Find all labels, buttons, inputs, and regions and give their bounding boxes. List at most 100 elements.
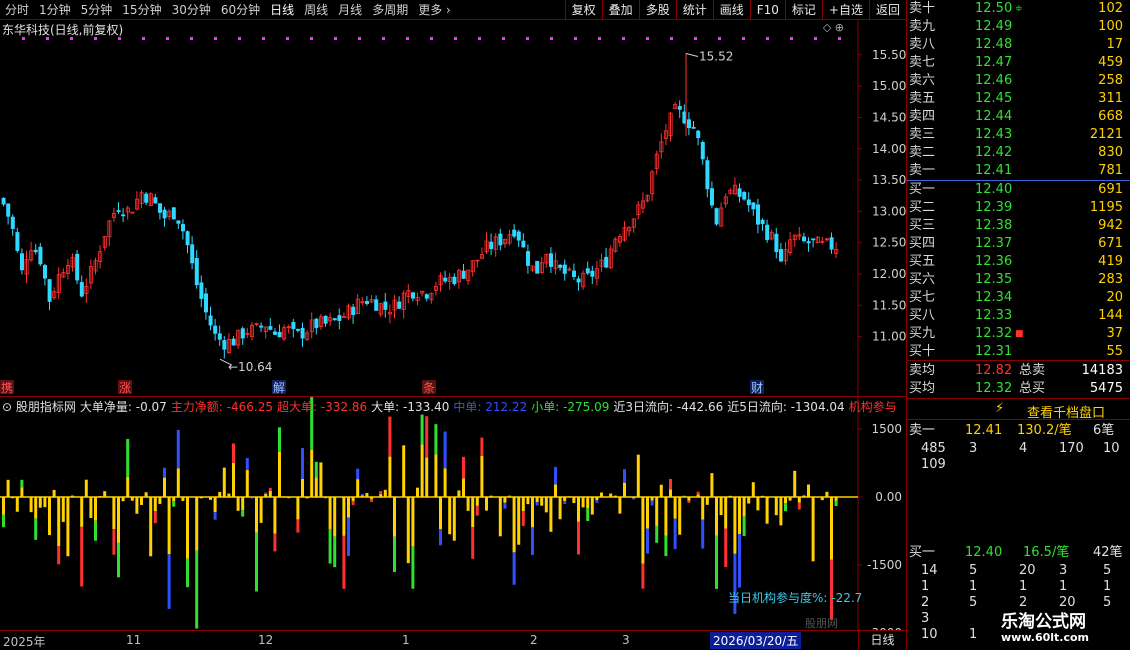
period-indicator[interactable]: 日线 bbox=[858, 631, 906, 650]
level-price: 12.36 bbox=[975, 254, 1013, 269]
candle-body bbox=[374, 299, 379, 311]
level-price: 12.32 bbox=[975, 326, 1013, 341]
flow-bar-large bbox=[48, 497, 51, 536]
flow-bar-large bbox=[466, 497, 470, 511]
flow-bar-segment bbox=[186, 558, 189, 588]
legend-item: 超大单: -332.86 bbox=[276, 400, 368, 414]
flow-bar-segment bbox=[245, 457, 249, 471]
signal-dot bbox=[382, 37, 385, 40]
period-tab[interactable]: 更多 › bbox=[413, 0, 456, 20]
flow-bar-large bbox=[756, 497, 760, 511]
period-tab[interactable]: 30分钟 bbox=[167, 0, 216, 20]
kline-panel[interactable]: 11.00 11.50 12.00 12.50 13.00 13.50 14.00 14.50… bbox=[0, 20, 906, 396]
brand-logo-text: 乐淘公式网 bbox=[1001, 612, 1086, 632]
flow-bar-large bbox=[761, 495, 764, 497]
flow-bar-large bbox=[351, 497, 355, 501]
sell-average-row: 卖均 12.82 总卖 14183 bbox=[909, 363, 1123, 378]
period-tab[interactable]: 多周期 bbox=[367, 0, 413, 20]
candle-body bbox=[765, 224, 770, 241]
flow-bar-large bbox=[324, 497, 327, 499]
toolbar-button[interactable]: 标记 bbox=[784, 0, 822, 20]
candle-body bbox=[323, 315, 328, 324]
buy-level-row: 买二 12.39 1195 bbox=[907, 199, 1130, 217]
flow-bar-large bbox=[287, 497, 291, 499]
period-tab[interactable]: 日线 bbox=[265, 0, 299, 20]
signal-dot bbox=[262, 37, 265, 40]
flow-bar-large bbox=[356, 479, 360, 497]
signal-dot bbox=[430, 37, 433, 40]
toolbar-button[interactable]: 多股 bbox=[638, 0, 676, 20]
flow-bar-large bbox=[38, 497, 42, 508]
kline-chart[interactable]: 11.00 11.50 12.00 12.50 13.00 13.50 14.00 14.50… bbox=[0, 20, 906, 396]
flow-bar-segment bbox=[268, 487, 272, 491]
candle-body bbox=[779, 249, 784, 262]
candle-body bbox=[700, 141, 705, 160]
toolbar-button[interactable]: 画线 bbox=[712, 0, 750, 20]
view-depth-button[interactable]: 查看千档盘口 bbox=[1027, 402, 1105, 421]
signal-dot bbox=[214, 37, 217, 40]
toolbar-button[interactable]: F10 bbox=[749, 0, 785, 20]
sell-level-row: 卖八 12.48 17 bbox=[907, 36, 1130, 54]
level-price: 12.35 bbox=[975, 272, 1013, 287]
buy-level-row: 买十 12.31 55 bbox=[907, 343, 1130, 361]
signal-dot bbox=[238, 37, 241, 40]
flow-bar-large bbox=[521, 497, 525, 512]
period-tab[interactable]: 1分钟 bbox=[34, 0, 76, 20]
sell-level-row: 卖三 12.43 2121 bbox=[907, 126, 1130, 144]
signal-dot bbox=[766, 37, 769, 40]
legend-item: 近5日流向: -1304.04 bbox=[727, 400, 845, 414]
candle-body bbox=[806, 241, 811, 244]
indicator-panel[interactable]: 300015000.00-1500-3000 ⊙ 股朋指标网大单净量: -0.0… bbox=[0, 396, 906, 631]
flow-bar-large bbox=[135, 497, 139, 514]
toolbar-button[interactable]: +自选 bbox=[821, 0, 869, 20]
signal-dot bbox=[310, 37, 313, 40]
period-tab[interactable]: 60分钟 bbox=[216, 0, 265, 20]
flow-bar-large bbox=[443, 468, 447, 497]
tick-depth-header: ⚡ 查看千档盘口 bbox=[907, 398, 1130, 421]
flow-bar-large bbox=[705, 497, 709, 505]
high-label: 15.52 bbox=[699, 50, 733, 64]
flow-bar-segment bbox=[94, 520, 97, 541]
chart-tool-icons[interactable]: ◇ ⊕ bbox=[823, 21, 844, 34]
flow-bar-segment bbox=[696, 491, 700, 495]
signal-dot bbox=[574, 37, 577, 40]
period-tab[interactable]: 分时 bbox=[0, 0, 34, 20]
price-tick-label: 11.00 bbox=[872, 330, 906, 344]
event-label: 解 bbox=[273, 381, 285, 395]
flow-bar-segment bbox=[420, 414, 424, 445]
flow-bar-large bbox=[793, 470, 797, 497]
flow-bar-large bbox=[751, 482, 755, 497]
period-tab[interactable]: 15分钟 bbox=[117, 0, 166, 20]
flow-bar-segment bbox=[273, 533, 277, 552]
flow-bar-segment bbox=[126, 439, 130, 477]
flow-bar-segment bbox=[388, 416, 392, 457]
legend-item: 中单: 212.22 bbox=[453, 400, 528, 414]
candle-body bbox=[535, 260, 540, 274]
flow-bar-segment bbox=[255, 532, 258, 592]
flow-bar-large bbox=[623, 482, 626, 497]
toolbar-button[interactable]: 返回 bbox=[868, 0, 906, 20]
flow-bar-large bbox=[213, 497, 217, 513]
toolbar-button[interactable]: 叠加 bbox=[601, 0, 639, 20]
flow-bar-segment bbox=[153, 511, 157, 524]
period-tab[interactable]: 月线 bbox=[333, 0, 367, 20]
period-tab[interactable]: 周线 bbox=[299, 0, 333, 20]
level-volume: 283 bbox=[1098, 272, 1123, 287]
flow-bar-segment bbox=[351, 500, 355, 505]
level-marker-icon: ■ bbox=[1015, 329, 1024, 339]
flow-bar-large bbox=[319, 462, 323, 497]
level-label: 买九 bbox=[909, 326, 936, 341]
toolbar-button[interactable]: 复权 bbox=[564, 0, 602, 20]
period-tab[interactable]: 5分钟 bbox=[76, 0, 118, 20]
tool-buttons: 复权 叠加 多股 统计 画线 F10 标记 +自选 返回 bbox=[564, 0, 906, 20]
candle-body bbox=[6, 203, 11, 217]
signal-dot bbox=[190, 37, 193, 40]
legend-item: 近3日流向: -442.66 bbox=[613, 400, 724, 414]
signal-dot bbox=[526, 37, 529, 40]
level-price: 12.42 bbox=[975, 145, 1013, 160]
flow-bar-segment bbox=[117, 542, 120, 578]
flow-bar-large bbox=[701, 497, 705, 520]
toolbar-button[interactable]: 统计 bbox=[675, 0, 713, 20]
level-label: 买五 bbox=[909, 254, 936, 269]
flow-bar-large bbox=[273, 497, 277, 534]
